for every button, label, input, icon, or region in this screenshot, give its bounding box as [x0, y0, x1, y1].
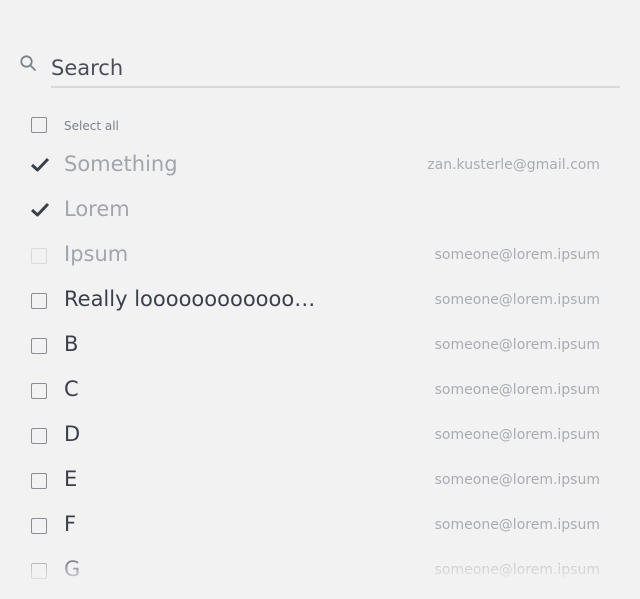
item-checkbox[interactable] — [31, 293, 47, 309]
item-checkbox[interactable] — [31, 428, 47, 444]
item-email: someone@lorem.ipsum — [434, 472, 600, 488]
item-email: someone@lorem.ipsum — [434, 427, 600, 443]
list-item[interactable]: Fsomeone@lorem.ipsum — [0, 504, 640, 549]
item-email: someone@lorem.ipsum — [434, 382, 600, 398]
item-checkbox[interactable] — [31, 383, 47, 399]
item-label: Something — [64, 152, 178, 176]
item-list: Something zan.kusterle@gmail.com Lorem Ipsu… — [0, 144, 640, 599]
list-item[interactable]: Dsomeone@lorem.ipsum — [0, 414, 640, 459]
list-item[interactable]: Esomeone@lorem.ipsum — [0, 459, 640, 504]
item-email: someone@lorem.ipsum — [434, 562, 600, 578]
select-all-label: Select all — [64, 119, 119, 133]
item-label: D — [64, 422, 81, 446]
list-item: Ipsum someone@lorem.ipsum — [0, 234, 640, 279]
item-label: Ipsum — [64, 242, 129, 266]
item-email: someone@lorem.ipsum — [434, 517, 600, 533]
search-icon — [20, 55, 36, 71]
list-item[interactable]: Csomeone@lorem.ipsum — [0, 369, 640, 414]
item-label: Really looooooooooooooooooooong — [64, 287, 326, 311]
item-checkbox[interactable] — [31, 518, 47, 534]
item-label: F — [64, 512, 77, 536]
list-item[interactable]: Something zan.kusterle@gmail.com — [0, 144, 640, 189]
item-label: B — [64, 332, 79, 356]
checkmark-icon[interactable] — [30, 157, 50, 173]
item-label: Lorem — [64, 197, 130, 221]
item-checkbox[interactable] — [31, 473, 47, 489]
list-item[interactable]: Bsomeone@lorem.ipsum — [0, 324, 640, 369]
item-email: someone@lorem.ipsum — [434, 337, 600, 353]
list-item[interactable]: Lorem — [0, 189, 640, 234]
item-email: zan.kusterle@gmail.com — [427, 157, 600, 173]
item-checkbox — [31, 248, 47, 264]
item-label: G — [64, 557, 81, 581]
checkmark-icon[interactable] — [30, 202, 50, 218]
item-email: someone@lorem.ipsum — [434, 247, 600, 263]
select-all-row[interactable]: Select all — [0, 114, 640, 138]
list-item[interactable]: Gsomeone@lorem.ipsum — [0, 549, 640, 594]
list-item[interactable]: Really looooooooooooooooooooong someone@l… — [0, 279, 640, 324]
item-label: C — [64, 377, 79, 401]
item-label: E — [64, 467, 78, 491]
item-email: someone@lorem.ipsum — [434, 292, 600, 308]
item-checkbox[interactable] — [31, 338, 47, 354]
search-bar — [0, 0, 640, 96]
select-all-checkbox[interactable] — [31, 117, 47, 133]
search-input[interactable] — [51, 50, 620, 88]
item-checkbox[interactable] — [31, 563, 47, 579]
